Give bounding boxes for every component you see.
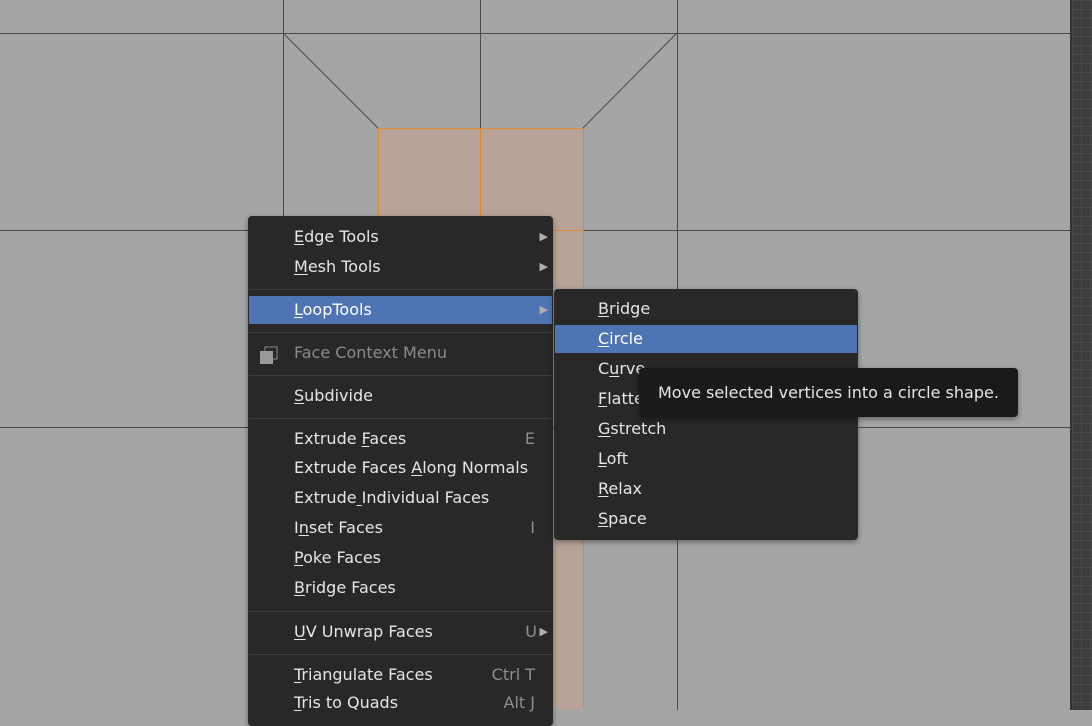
menu-item-subdivide[interactable]: Subdivide	[249, 382, 552, 410]
side-panel-edge	[1070, 0, 1092, 710]
menu-item-tris-to-quads[interactable]: Tris to Quads Alt J	[249, 689, 552, 717]
menu-item-label: Extrude Faces Along Normals	[294, 458, 529, 477]
menu-item-inset-faces[interactable]: Inset Faces I	[249, 514, 552, 542]
menu-item-space[interactable]: Space	[555, 505, 857, 533]
menu-item-label: Loft	[598, 449, 629, 468]
menu-item-uv-unwrap-faces[interactable]: UV Unwrap Faces U ▶	[249, 618, 552, 646]
menu-item-label: Extrude Individual Faces	[294, 488, 490, 507]
submenu-arrow-icon: ▶	[539, 230, 548, 243]
menu-item-label: Subdivide	[294, 386, 373, 405]
menu-item-extrude-faces[interactable]: Extrude Faces E	[249, 425, 552, 453]
menu-item-label: Triangulate Faces	[294, 665, 433, 684]
menu-item-poke-faces[interactable]: Poke Faces	[249, 544, 552, 572]
menu-separator	[249, 332, 552, 333]
menu-item-extrude-individual-faces[interactable]: Extrude Individual Faces	[249, 484, 552, 512]
menu-item-looptools[interactable]: LoopTools ▶	[249, 296, 552, 324]
menu-item-label: Inset Faces	[294, 518, 383, 537]
menu-item-label: Relax	[598, 479, 642, 498]
face-select-icon	[259, 345, 279, 364]
menu-item-loft[interactable]: Loft	[555, 445, 857, 473]
menu-separator	[249, 611, 552, 612]
menu-item-edge-tools[interactable]: Edge Tools ▶	[249, 223, 552, 251]
tooltip: Move selected vertices into a circle sha…	[639, 368, 1018, 417]
menu-item-label: Gstretch	[598, 419, 667, 438]
shortcut-label: I	[530, 518, 535, 537]
menu-item-triangulate-faces[interactable]: Triangulate Faces Ctrl T	[249, 661, 552, 689]
menu-item-label: Face Context Menu	[294, 343, 447, 362]
menu-item-label: LoopTools	[294, 300, 372, 319]
menu-item-label: Edge Tools	[294, 227, 379, 246]
submenu-arrow-icon: ▶	[539, 303, 548, 316]
menu-item-mesh-tools[interactable]: Mesh Tools ▶	[249, 253, 552, 281]
menu-separator	[249, 289, 552, 290]
menu-item-label: Space	[598, 509, 647, 528]
menu-item-relax[interactable]: Relax	[555, 475, 857, 503]
shortcut-label: Alt J	[503, 693, 535, 712]
menu-item-circle[interactable]: Circle	[555, 325, 857, 353]
menu-item-bridge[interactable]: Bridge	[555, 295, 857, 323]
menu-item-face-context-menu: Face Context Menu	[249, 339, 552, 367]
menu-item-label: Extrude Faces	[294, 429, 407, 448]
submenu-arrow-icon: ▶	[539, 625, 548, 638]
menu-item-label: Bridge Faces	[294, 578, 396, 597]
submenu-arrow-icon: ▶	[539, 260, 548, 273]
menu-item-label: Circle	[598, 329, 643, 348]
shortcut-label: U	[525, 622, 537, 641]
menu-item-label: Poke Faces	[294, 548, 382, 567]
face-context-menu: Edge Tools ▶ Mesh Tools ▶ LoopTools ▶ Face Con…	[248, 216, 553, 726]
menu-separator	[249, 375, 552, 376]
menu-item-label: Bridge	[598, 299, 651, 318]
shortcut-label: Ctrl T	[491, 665, 535, 684]
menu-item-bridge-faces[interactable]: Bridge Faces	[249, 574, 552, 602]
menu-item-gstretch[interactable]: Gstretch	[555, 415, 857, 443]
menu-item-label: UV Unwrap Faces	[294, 622, 433, 641]
menu-separator	[249, 418, 552, 419]
menu-separator	[249, 654, 552, 655]
shortcut-label: E	[524, 429, 535, 448]
menu-item-label: Mesh Tools	[294, 257, 381, 276]
menu-item-label: Tris to Quads	[294, 693, 399, 712]
menu-item-extrude-faces-along-normals[interactable]: Extrude Faces Along Normals	[249, 454, 552, 482]
